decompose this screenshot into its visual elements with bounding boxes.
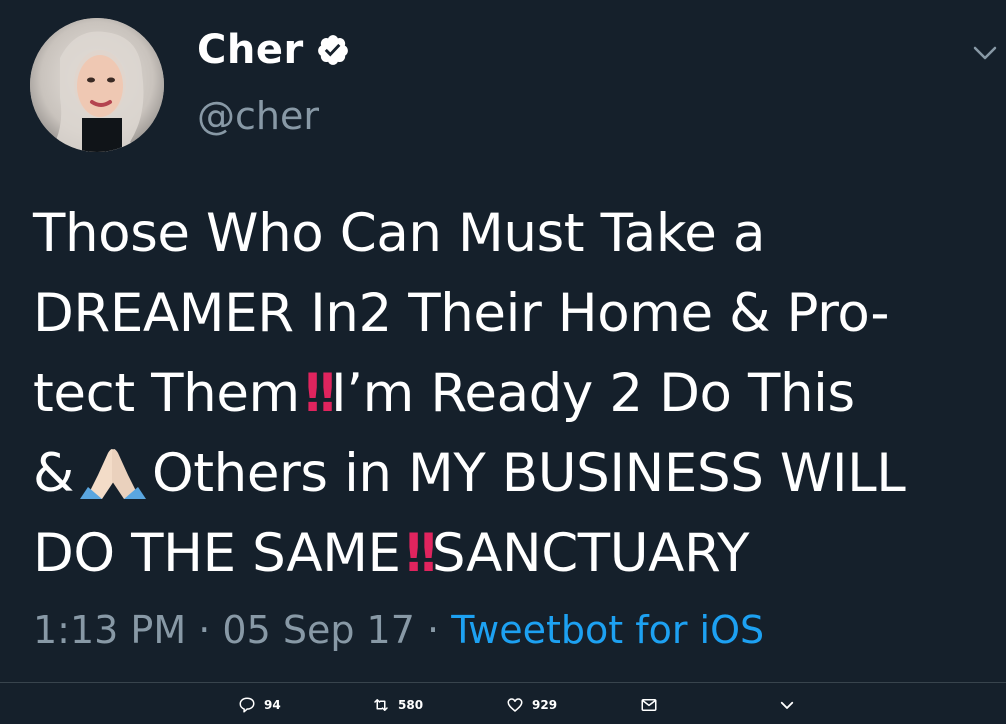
- reply-count: 94: [264, 698, 281, 712]
- like-button[interactable]: 929: [506, 696, 557, 714]
- tweet-date[interactable]: 05 Sep 17: [222, 608, 415, 652]
- tweet-text-segment: I’m Ready 2 Do This: [331, 363, 855, 424]
- direct-message-button[interactable]: [640, 696, 666, 714]
- tweet-meta: 1:13 PM · 05 Sep 17 · Tweetbot for iOS: [33, 608, 764, 654]
- user-handle[interactable]: @cher: [197, 97, 319, 135]
- divider: [0, 682, 1006, 683]
- tweet-line-2: DREAMER In2 Their Home & Pro-: [33, 283, 890, 344]
- display-name[interactable]: Cher: [197, 30, 304, 70]
- tweet-source-link[interactable]: Tweetbot for iOS: [451, 608, 764, 652]
- envelope-icon: [641, 699, 657, 711]
- profile-photo-icon: [30, 18, 164, 152]
- verified-badge-icon: [317, 35, 348, 65]
- meta-separator: ·: [198, 608, 211, 652]
- tweet-line-5: DO THE SAME‼SANCTUARY: [33, 514, 993, 594]
- like-count: 929: [532, 698, 558, 712]
- tweet-text-segment: DO THE SAME: [33, 523, 401, 584]
- folded-hands-icon: [79, 449, 146, 499]
- double-exclamation-icon: ‼: [304, 363, 335, 424]
- more-options-button[interactable]: [778, 696, 804, 714]
- retweet-count: 580: [398, 698, 424, 712]
- tweet-text-segment: Others in MY BUSINESS WILL: [151, 443, 906, 504]
- retweet-button[interactable]: 580: [372, 696, 423, 714]
- tweet-actions: 94 580 929: [0, 696, 1006, 720]
- tweet-time[interactable]: 1:13 PM: [33, 608, 186, 652]
- tweet-text: Those Who Can Must Take a DREAMER In2 Th…: [33, 194, 993, 594]
- heart-icon: [507, 698, 523, 712]
- tweet-line-1: Those Who Can Must Take a: [33, 203, 766, 264]
- tweet-line-4: & Others in MY BUSINESS WILL: [33, 434, 993, 514]
- retweet-icon: [374, 699, 388, 711]
- reply-button[interactable]: 94: [238, 696, 281, 714]
- reply-icon: [239, 697, 255, 713]
- chevron-down-icon: [780, 701, 794, 709]
- double-exclamation-icon: ‼: [405, 523, 436, 584]
- chevron-down-icon[interactable]: [972, 42, 998, 64]
- tweet-text-segment: SANCTUARY: [431, 523, 750, 584]
- meta-separator: ·: [427, 608, 440, 652]
- tweet-text-segment: tect Them: [33, 363, 300, 424]
- tweet-line-3: tect Them‼I’m Ready 2 Do This: [33, 354, 993, 434]
- tweet-text-segment: &: [33, 443, 74, 504]
- avatar[interactable]: [30, 18, 164, 152]
- user-name-row[interactable]: Cher: [197, 30, 350, 70]
